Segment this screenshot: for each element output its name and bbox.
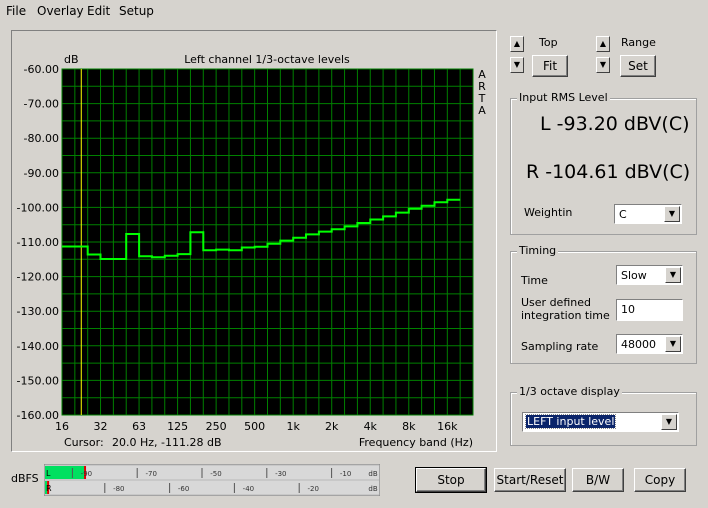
time-select[interactable]: Slow ▼ <box>616 265 683 285</box>
set-button[interactable]: Set <box>620 55 656 77</box>
y-axis-unit: dB <box>64 53 79 66</box>
meter-left-fill <box>45 466 85 479</box>
meter-right-channel: R <box>46 484 52 493</box>
meter-left-channel: L <box>46 469 51 478</box>
y-tick-label: -150.00 <box>17 374 59 387</box>
chevron-down-icon[interactable]: ▼ <box>661 414 677 430</box>
weighting-value: C <box>619 208 627 221</box>
integration-label-line1: User defined <box>521 296 591 309</box>
chart-title: Left channel 1/3-octave levels <box>184 53 350 66</box>
y-tick-label: -60.00 <box>24 63 59 76</box>
x-tick-label: 1k <box>287 420 301 433</box>
x-tick-label: 16 <box>55 420 69 433</box>
bw-button[interactable]: B/W <box>572 468 624 492</box>
y-tick-label: -80.00 <box>24 132 59 145</box>
copy-button[interactable]: Copy <box>634 468 686 492</box>
x-tick-label: 63 <box>132 420 146 433</box>
x-tick-label: 8k <box>402 420 416 433</box>
range-label: Range <box>621 36 656 49</box>
range-up-button[interactable]: ▲ <box>596 36 610 52</box>
x-tick-label: 125 <box>167 420 188 433</box>
rms-group-title: Input RMS Level <box>517 91 610 104</box>
rms-right-level: R -104.61 dBV(C) <box>526 161 691 183</box>
y-tick-label: -70.00 <box>24 98 59 111</box>
cursor-readout: 20.0 Hz, -111.28 dB <box>112 436 222 449</box>
start-reset-button[interactable]: Start/Reset <box>494 468 566 492</box>
top-label: Top <box>539 36 558 49</box>
arrow-up-icon: ▲ <box>513 39 521 48</box>
integration-time-input[interactable]: 10 <box>616 299 683 321</box>
level-meter-graphic: -90 -70 -50 -30 -10 dB -80 -60 -40 -20 dB L R <box>43 463 381 497</box>
time-label: Time <box>521 274 548 287</box>
y-tick-label: -130.00 <box>17 305 59 318</box>
meter-top-tick-label: -50 <box>210 470 221 478</box>
meter-bottom-unit: dB <box>368 485 377 493</box>
menu-overlay[interactable]: Overlay <box>37 4 84 18</box>
chevron-down-icon[interactable]: ▼ <box>665 336 681 352</box>
octave-display-group: 1/3 octave display LEFT input level ▼ <box>510 385 697 446</box>
x-tick-label: 2k <box>325 420 339 433</box>
menu-setup[interactable]: Setup <box>119 4 154 18</box>
x-tick-label: 16k <box>437 420 458 433</box>
rms-left-level: L -93.20 dBV(C) <box>540 113 690 135</box>
meter-bottom-tick-label: -20 <box>307 485 318 493</box>
meter-top-tick-label: -10 <box>340 470 351 478</box>
menu-bar: File Overlay Edit Setup <box>0 0 708 22</box>
level-meter: -90 -70 -50 -30 -10 dB -80 -60 -40 -20 dB L R <box>43 463 381 497</box>
meter-bottom-tick-label: -40 <box>243 485 254 493</box>
meter-bottom-tick-label: -80 <box>113 485 124 493</box>
spectrum-chart[interactable]: -60.00 -70.00 -80.00 -90.00 -100.00 -110.00 -1… <box>12 31 498 453</box>
weighting-select[interactable]: C ▼ <box>614 204 682 224</box>
top-up-button[interactable]: ▲ <box>510 36 524 52</box>
menu-edit[interactable]: Edit <box>87 4 110 18</box>
y-tick-label: -110.00 <box>17 236 59 249</box>
range-down-button[interactable]: ▼ <box>596 57 610 73</box>
x-axis-label: Frequency band (Hz) <box>359 436 473 449</box>
arrow-up-icon: ▲ <box>599 39 607 48</box>
octave-display-select[interactable]: LEFT input level ▼ <box>522 412 679 432</box>
chart-panel: -60.00 -70.00 -80.00 -90.00 -100.00 -110.00 -1… <box>11 30 497 452</box>
octave-display-title: 1/3 octave display <box>517 385 622 398</box>
x-tick-label: 32 <box>94 420 108 433</box>
sampling-rate-select[interactable]: 48000 ▼ <box>616 334 683 354</box>
time-value: Slow <box>621 269 647 282</box>
sampling-rate-label: Sampling rate <box>521 340 599 353</box>
stop-button[interactable]: Stop <box>415 467 487 493</box>
cursor-label: Cursor: <box>64 436 104 449</box>
x-tick-label: 4k <box>364 420 378 433</box>
meter-top-tick-label: -70 <box>145 470 156 478</box>
arrow-down-icon: ▼ <box>513 60 521 69</box>
meter-top-unit: dB <box>368 470 377 478</box>
meter-top-tick-label: -90 <box>81 470 92 478</box>
y-tick-label: -90.00 <box>24 167 59 180</box>
y-tick-label: -160.00 <box>17 409 59 422</box>
fit-button[interactable]: Fit <box>532 55 568 77</box>
weighting-label: Weightin <box>524 206 573 219</box>
top-down-button[interactable]: ▼ <box>510 57 524 73</box>
arta-letter-4: A <box>478 104 486 117</box>
chevron-down-icon[interactable]: ▼ <box>665 267 681 283</box>
meter-label: dBFS <box>11 472 39 485</box>
x-tick-label: 250 <box>206 420 227 433</box>
rms-group: Input RMS Level L -93.20 dBV(C) R -104.6… <box>510 91 697 235</box>
arrow-down-icon: ▼ <box>599 60 607 69</box>
meter-bottom-tick-label: -60 <box>178 485 189 493</box>
chevron-down-icon[interactable]: ▼ <box>664 206 680 222</box>
integration-label-line2: integration time <box>521 309 610 322</box>
menu-file[interactable]: File <box>6 4 26 18</box>
timing-group: Timing Time Slow ▼ User defined integrat… <box>510 244 697 364</box>
meter-top-tick-label: -30 <box>275 470 286 478</box>
sampling-rate-value: 48000 <box>621 338 656 351</box>
x-tick-label: 500 <box>244 420 265 433</box>
y-tick-label: -120.00 <box>17 271 59 284</box>
timing-group-title: Timing <box>517 244 559 257</box>
octave-display-value: LEFT input level <box>524 414 617 429</box>
y-tick-label: -140.00 <box>17 340 59 353</box>
y-tick-label: -100.00 <box>17 201 59 214</box>
